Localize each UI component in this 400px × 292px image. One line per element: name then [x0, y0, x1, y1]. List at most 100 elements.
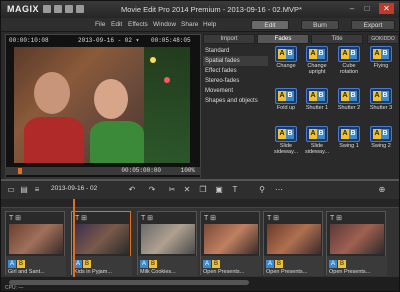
fade-item[interactable]: Cube rotation [334, 46, 364, 75]
tab-import[interactable]: Import [203, 34, 255, 44]
menu-help[interactable]: Help [203, 21, 216, 28]
fade-thumbnail-icon [275, 126, 297, 142]
fade-thumbnail-icon [275, 88, 297, 104]
edit-mode-button[interactable]: Edit [251, 20, 289, 30]
clip[interactable]: T ⊞ A B Open Presents... [326, 211, 387, 276]
fade-item[interactable]: Change upright [302, 46, 332, 75]
clip[interactable]: T ⊞ A B Kids in Pyjam... [71, 211, 132, 276]
fade-item[interactable]: Flying [366, 46, 396, 69]
paste-icon[interactable]: ▣ [213, 184, 225, 195]
menu-file[interactable]: File [95, 21, 105, 28]
text-icon[interactable]: T [229, 184, 241, 195]
project-dropdown[interactable]: 2013-09-16 - 02 ▾ [78, 37, 139, 44]
fade-item[interactable]: Shutter 1 [302, 88, 332, 111]
menu-bar: File Edit Effects Window Share Help Edit… [1, 18, 399, 32]
audio-b-icon[interactable]: B [149, 260, 157, 268]
list-icon[interactable]: ≡ [31, 184, 43, 195]
clip-thumbnail [9, 224, 63, 254]
undo-icon[interactable] [76, 5, 84, 13]
zoom-icon[interactable]: ⊕ [376, 184, 388, 195]
audio-a-icon[interactable]: A [329, 260, 337, 268]
storyboard: T ⊞ A B Girl and Sant... T ⊞ A B Kids in Pyj… [1, 208, 399, 277]
zoom-level[interactable]: 100% [181, 167, 195, 174]
audio-b-icon[interactable]: B [212, 260, 220, 268]
fade-item[interactable]: Shutter 3 [366, 88, 396, 111]
new-icon[interactable] [43, 5, 51, 13]
fade-thumbnail-icon [370, 46, 392, 62]
timeline-mode-icon[interactable]: ▭ [5, 184, 17, 195]
fade-item[interactable]: Fold up [271, 88, 301, 111]
fade-thumbnail-icon [338, 126, 360, 142]
storyboard-icon[interactable]: ▤ [18, 184, 30, 195]
timeline-ruler[interactable] [1, 199, 399, 208]
clip-tools-icon: T ⊞ [75, 215, 87, 222]
timeline-scrollbar[interactable] [9, 280, 249, 285]
minimize-button[interactable]: – [346, 3, 358, 14]
panel-tabs: Import Fades Title GOKIDDO [203, 34, 399, 44]
clip-tools-icon: T ⊞ [204, 215, 216, 222]
fade-item[interactable]: Slide sideway... [302, 126, 332, 155]
clip[interactable]: T ⊞ A B Open Presents... [200, 211, 261, 276]
maximize-button[interactable]: □ [361, 3, 373, 14]
close-button[interactable]: ✕ [379, 3, 394, 14]
clip-label: Milk Cookies... [140, 269, 176, 275]
menu-window[interactable]: Window [153, 21, 176, 28]
fade-item[interactable]: Swing 2 [366, 126, 396, 149]
category-list: Standard Spatial fades Effect fades Ster… [203, 46, 268, 106]
category-spatial-fades[interactable]: Spatial fades [203, 56, 268, 66]
clip-label: Kids in Pyjam... [74, 269, 112, 275]
fade-item[interactable]: Change [271, 46, 301, 69]
app-logo: MAGIX [7, 4, 40, 14]
cut-icon[interactable]: ✂ [166, 184, 178, 195]
delete-icon[interactable]: ✕ [181, 184, 193, 195]
link-icon[interactable]: ⚲ [256, 184, 268, 195]
position-marker[interactable] [18, 168, 22, 174]
audio-b-icon[interactable]: B [338, 260, 346, 268]
tab-title[interactable]: Title [311, 34, 363, 44]
export-mode-button[interactable]: Export [351, 20, 395, 30]
menu-effects[interactable]: Effects [128, 21, 148, 28]
audio-a-icon[interactable]: A [8, 260, 16, 268]
audio-b-icon[interactable]: B [275, 260, 283, 268]
fade-thumbnail-icon [275, 46, 297, 62]
audio-a-icon[interactable]: A [140, 260, 148, 268]
cpu-status: CPU: — [5, 285, 24, 291]
timecode-left: 00:00:10:08 [9, 37, 49, 44]
timeline-project-tab[interactable]: 2013-09-16 - 02 [51, 185, 97, 192]
menu-edit[interactable]: Edit [111, 21, 122, 28]
redo-icon[interactable]: ↷ [146, 184, 158, 195]
burn-mode-button[interactable]: Burn [301, 20, 339, 30]
audio-a-icon[interactable]: A [266, 260, 274, 268]
category-stereo-fades[interactable]: Stereo-fades [203, 76, 268, 86]
position-bar[interactable]: 00:05:00:00 100% [5, 167, 201, 175]
audio-a-icon[interactable]: A [74, 260, 82, 268]
window-title: Movie Edit Pro 2014 Premium - 2013-09-16… [121, 5, 302, 14]
open-icon[interactable] [54, 5, 62, 13]
copy-icon[interactable]: ❐ [197, 184, 209, 195]
audio-b-icon[interactable]: B [17, 260, 25, 268]
clip-thumbnail [267, 224, 321, 254]
category-shapes[interactable]: Shapes and objects [203, 96, 268, 106]
category-movement[interactable]: Movement [203, 86, 268, 96]
fade-thumbnail-icon [306, 126, 328, 142]
fade-thumbnail-icon [306, 88, 328, 104]
fade-item[interactable]: Shutter 2 [334, 88, 364, 111]
category-standard[interactable]: Standard [203, 46, 268, 56]
playhead[interactable] [73, 199, 75, 277]
undo-icon[interactable]: ↶ [126, 184, 138, 195]
menu-share[interactable]: Share [181, 21, 198, 28]
audio-a-icon[interactable]: A [203, 260, 211, 268]
category-effect-fades[interactable]: Effect fades [203, 66, 268, 76]
save-icon[interactable] [65, 5, 73, 13]
clip[interactable]: T ⊞ A B Open Presents... [263, 211, 324, 276]
media-pool-panel: Import Fades Title GOKIDDO Standard Spat… [203, 34, 399, 177]
audio-b-icon[interactable]: B [83, 260, 91, 268]
clip[interactable]: T ⊞ A B Girl and Sant... [5, 211, 66, 276]
fades-grid: Change Change upright Cube rotation Flyi… [271, 46, 399, 177]
group-icon[interactable]: ⋯ [273, 184, 285, 195]
fade-item[interactable]: Slide sideway... [271, 126, 301, 155]
clip[interactable]: T ⊞ A B Milk Cookies... [137, 211, 198, 276]
tab-fades[interactable]: Fades [257, 34, 309, 44]
fade-item[interactable]: Swing 1 [334, 126, 364, 149]
preview-frame [14, 47, 190, 163]
